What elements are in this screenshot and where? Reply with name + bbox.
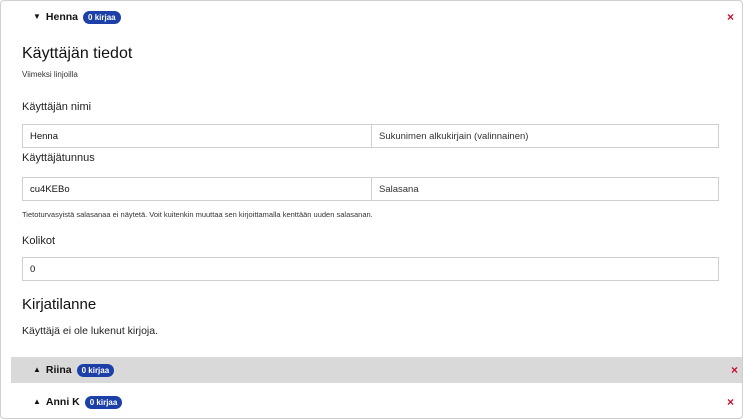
user-header-riina: ▲ Riina 0 kirjaa × — [11, 357, 742, 383]
toggle-user-riina[interactable]: ▲ Riina 0 kirjaa — [33, 363, 115, 377]
toggle-user-anni-k[interactable]: ▲ Anni K 0 kirjaa — [33, 395, 123, 409]
last-online-text: Viimeksi linjoilla — [22, 70, 78, 79]
user-name: Riina — [45, 364, 72, 376]
caret-up-icon: ▲ — [33, 397, 41, 406]
book-count-badge: 0 kirjaa — [76, 363, 115, 377]
user-header-anni-k: ▲ Anni K 0 kirjaa × — [11, 390, 738, 414]
toggle-user-henna[interactable]: ▼ Henna 0 kirjaa — [33, 10, 121, 24]
name-label: Käyttäjän nimi — [22, 101, 92, 113]
password-input[interactable] — [371, 177, 719, 201]
username-label: Käyttäjätunnus — [22, 152, 95, 164]
username-input[interactable] — [22, 177, 372, 201]
first-name-input[interactable] — [22, 124, 372, 148]
user-header-henna: ▼ Henna 0 kirjaa × — [11, 5, 738, 29]
book-count-badge: 0 kirjaa — [83, 10, 121, 24]
coins-label: Kolikot — [22, 235, 56, 247]
details-title: Käyttäjän tiedot — [22, 45, 133, 62]
reading-status-text: Käyttäjä ei ole lukenut kirjoja. — [22, 325, 158, 337]
user-management-panel: ▼ Henna 0 kirjaa × Käyttäjän tiedot Viim… — [0, 0, 743, 419]
coins-input[interactable] — [22, 257, 719, 281]
close-icon[interactable]: × — [731, 364, 738, 376]
caret-down-icon: ▼ — [33, 12, 41, 21]
close-icon[interactable]: × — [727, 11, 734, 23]
close-icon[interactable]: × — [727, 396, 734, 408]
book-count-badge: 0 kirjaa — [84, 395, 123, 409]
password-note: Tietoturvasyistä salasanaa ei näytetä. V… — [22, 210, 373, 219]
last-initial-input[interactable] — [371, 124, 719, 148]
caret-up-icon: ▲ — [33, 365, 41, 374]
reading-status-title: Kirjatilanne — [22, 296, 97, 313]
user-name: Henna — [45, 11, 79, 23]
user-name: Anni K — [45, 396, 80, 408]
